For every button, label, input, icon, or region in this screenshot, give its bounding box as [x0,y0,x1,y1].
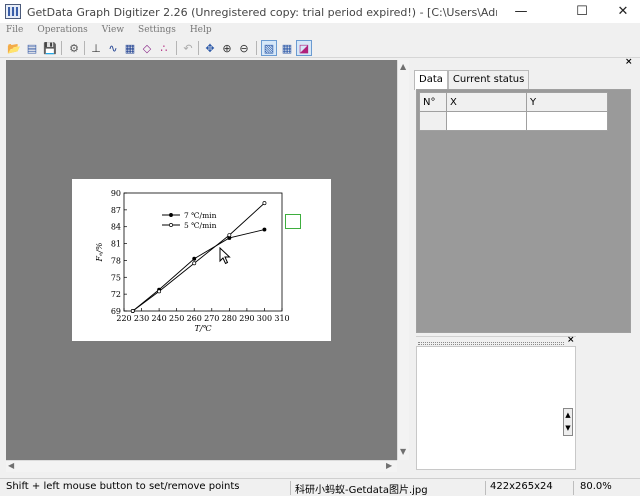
zoom-out-icon[interactable]: ⊖ [236,40,252,56]
data-point [262,201,267,206]
lower-panel-close-button[interactable]: × [567,335,575,345]
legend-label-2: 5 ℃/min [184,221,217,230]
panel-grip[interactable] [418,342,564,345]
status-bar: Shift + left mouse button to set/remove … [0,478,640,496]
column-header-x[interactable]: X [446,92,527,112]
status-zoom: 80.0% [580,481,612,492]
toolbar: 📂 ▤ 💾 ⚙ ⊥ ∿ ▦ ◇ ∴ ↶ ✥ ⊕ ⊖ ▧ ▦ ◪ [0,38,640,58]
canvas-vertical-scrollbar[interactable]: ▲ ▼ [397,60,409,460]
data-point [262,227,267,232]
fit-icon[interactable]: ◪ [296,40,312,56]
data-table-panel: N° X Y [416,89,631,333]
data-panel-header: × [411,57,640,68]
auto-trace-icon[interactable]: ▦ [122,40,138,56]
data-point [130,309,135,313]
legend-marker-1 [169,213,173,217]
selection-marker [285,214,301,229]
mouse-cursor-icon [219,247,231,265]
table-row[interactable] [419,111,608,131]
panel-right-gutter [631,89,640,333]
operations-icon[interactable]: ⚙ [66,40,82,56]
y-tick-label: 75 [111,273,121,282]
data-point [157,289,162,294]
open-icon[interactable]: 📂 [6,40,22,56]
y-tick-label: 69 [111,307,121,316]
digitize-line-icon[interactable]: ∿ [105,40,121,56]
x-tick-label: 280 [222,314,237,323]
undo-icon[interactable]: ↶ [180,40,196,56]
lower-panel-header: × [416,335,576,346]
y-tick-label: 84 [111,223,121,232]
point-capture-icon[interactable]: ∴ [156,40,172,56]
title-bar: GetData Graph Digitizer 2.26 (Unregister… [0,0,640,23]
window-title: GetData Graph Digitizer 2.26 (Unregister… [27,6,497,19]
y-cell[interactable] [526,111,608,131]
maximize-button[interactable]: ☐ [565,0,599,23]
canvas-horizontal-scrollbar[interactable]: ◀ ▶ [6,460,397,472]
y-tick-label: 81 [111,240,121,249]
x-tick-label: 230 [134,314,149,323]
data-point [192,261,197,266]
y-tick-label: 87 [111,206,121,215]
close-button[interactable]: ✕ [606,0,640,23]
legend-marker-2 [169,223,173,227]
data-table[interactable]: N° X Y [419,92,608,131]
set-axes-icon[interactable]: ⊥ [88,40,104,56]
spin-up-icon[interactable]: ▲ [564,409,572,422]
chart-svg: 220 230 240 250 260 270 280 290 300 3106972757881… [95,189,290,333]
x-axis-label: T/℃ [195,324,213,333]
minimize-button[interactable]: — [504,0,538,23]
menu-help[interactable]: Help [190,23,212,37]
row-number-cell[interactable] [419,111,447,131]
status-hint: Shift + left mouse button to set/remove … [6,481,240,492]
zoom-in-icon[interactable]: ⊕ [219,40,235,56]
x-tick-label: 250 [169,314,184,323]
x-tick-label: 240 [151,314,166,323]
status-image-size: 422x265x24 [490,481,553,492]
y-tick-label: 72 [111,290,121,299]
x-tick-label: 260 [187,314,202,323]
x-tick-label: 270 [204,314,219,323]
menu-view[interactable]: View [102,23,124,37]
column-header-y[interactable]: Y [526,92,608,112]
y-tick-label: 78 [111,256,121,265]
data-point [192,256,197,261]
image-view-icon[interactable]: ▧ [261,40,277,56]
app-icon [5,4,21,19]
lower-panel [416,346,576,470]
x-cell[interactable] [446,111,527,131]
menu-operations[interactable]: Operations [37,23,87,37]
panel-spin-buttons[interactable]: ▲ ▼ [563,408,573,436]
status-filename: 科研小蚂蚁-Getdata图片.jpg [295,485,428,496]
save-icon[interactable]: ▤ [24,40,40,56]
data-panel-close-button[interactable]: × [625,57,633,67]
menu-settings[interactable]: Settings [138,23,176,37]
menu-file[interactable]: File [6,23,23,37]
column-header-no[interactable]: N° [419,92,447,112]
x-tick-label: 300 [257,314,272,323]
x-tick-label: 310 [274,314,289,323]
move-icon[interactable]: ✥ [202,40,218,56]
y-tick-label: 90 [111,189,121,198]
spin-down-icon[interactable]: ▼ [564,422,572,435]
menu-bar: File Operations View Settings Help [0,23,640,37]
series-line-1 [132,229,265,312]
lower-right-area [576,336,640,470]
panel-tabs: Data Current status [414,70,530,90]
plot-image[interactable]: 220 230 240 250 260 270 280 290 300 310 69 72 75 78 81… [72,179,331,341]
grid-icon[interactable]: ▦ [279,40,295,56]
x-tick-label: 290 [239,314,254,323]
tab-current-status[interactable]: Current status [447,70,530,89]
erase-icon[interactable]: ◇ [139,40,155,56]
legend-label-1: 7 ℃/min [184,211,217,220]
data-point [227,233,232,238]
y-axis-label: Fₑ/% [95,242,104,262]
tab-data[interactable]: Data [414,70,448,90]
save-floppy-icon[interactable]: 💾 [42,40,58,56]
